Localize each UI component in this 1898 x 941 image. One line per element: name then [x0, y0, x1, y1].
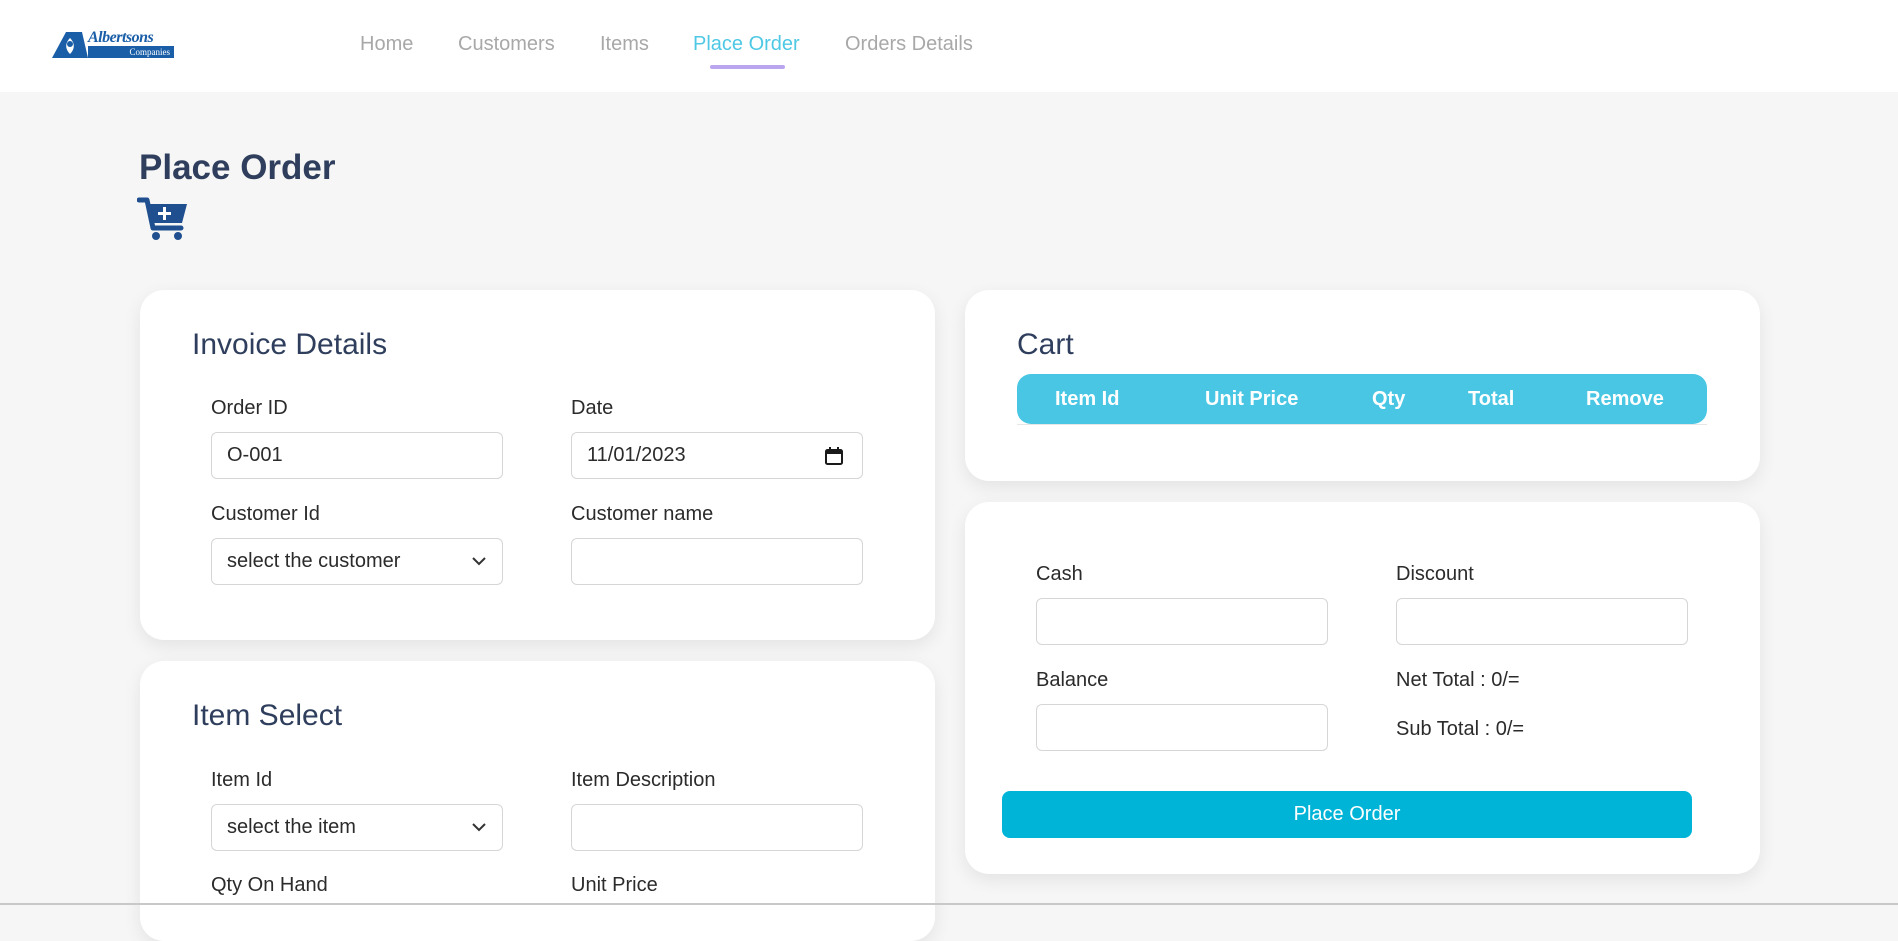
- active-nav-indicator: [710, 65, 785, 69]
- brand-name: Albertsons: [88, 29, 154, 46]
- top-navbar: Albertsons Companies Home Customers Item…: [0, 0, 1898, 92]
- cash-label: Cash: [1036, 563, 1083, 585]
- date-field[interactable]: 11/01/2023: [571, 432, 863, 479]
- invoice-details-title: Invoice Details: [192, 328, 388, 361]
- cart-table-header: Item Id Unit Price Qty Total Remove: [1017, 374, 1707, 424]
- date-value: 11/01/2023: [587, 444, 686, 466]
- chevron-down-icon: [472, 557, 486, 566]
- nav-customers[interactable]: Customers: [458, 33, 555, 56]
- page-title: Place Order: [139, 148, 336, 187]
- cart-plus-icon: [137, 197, 187, 240]
- item-description-field[interactable]: [571, 804, 863, 851]
- item-id-label: Item Id: [211, 769, 273, 791]
- customer-id-select[interactable]: select the customer: [211, 538, 503, 585]
- discount-label: Discount: [1396, 563, 1474, 585]
- customer-name-field[interactable]: [571, 538, 863, 585]
- calendar-icon[interactable]: [824, 446, 844, 466]
- nav-place-order[interactable]: Place Order: [693, 33, 800, 56]
- item-select-title: Item Select: [192, 699, 343, 732]
- customer-id-label: Customer Id: [211, 503, 320, 525]
- date-label: Date: [571, 397, 614, 419]
- balance-label: Balance: [1036, 669, 1109, 691]
- order-id-label: Order ID: [211, 397, 288, 419]
- customer-id-selected: select the customer: [227, 550, 401, 572]
- customer-name-label: Customer name: [571, 503, 714, 525]
- item-id-selected: select the item: [227, 816, 356, 838]
- discount-field[interactable]: [1396, 598, 1688, 645]
- nav-orders-details[interactable]: Orders Details: [845, 33, 973, 56]
- brand-subtitle: Companies: [88, 46, 174, 58]
- net-total-text: Net Total : 0/=: [1396, 669, 1520, 691]
- balance-field[interactable]: [1036, 704, 1328, 751]
- cart-title: Cart: [1017, 328, 1074, 361]
- cart-col-unit-price: Unit Price: [1205, 388, 1299, 410]
- brand-logo[interactable]: Albertsons Companies: [52, 28, 174, 60]
- cart-col-total: Total: [1468, 388, 1515, 410]
- chevron-down-icon: [472, 823, 486, 832]
- place-order-button[interactable]: Place Order: [1002, 791, 1692, 838]
- qty-on-hand-label: Qty On Hand: [211, 874, 328, 896]
- cart-table-body: [1017, 424, 1707, 425]
- cart-col-item-id: Item Id: [1055, 388, 1120, 410]
- cart-col-qty: Qty: [1372, 388, 1406, 410]
- item-id-select[interactable]: select the item: [211, 804, 503, 851]
- unit-price-label: Unit Price: [571, 874, 658, 896]
- item-description-label: Item Description: [571, 769, 716, 791]
- cash-field[interactable]: [1036, 598, 1328, 645]
- order-id-field[interactable]: O-001: [211, 432, 503, 479]
- nav-home[interactable]: Home: [360, 33, 413, 56]
- cart-col-remove: Remove: [1586, 388, 1664, 410]
- nav-items[interactable]: Items: [600, 33, 649, 56]
- albertsons-logo-icon: [52, 32, 88, 58]
- sub-total-text: Sub Total : 0/=: [1396, 718, 1525, 740]
